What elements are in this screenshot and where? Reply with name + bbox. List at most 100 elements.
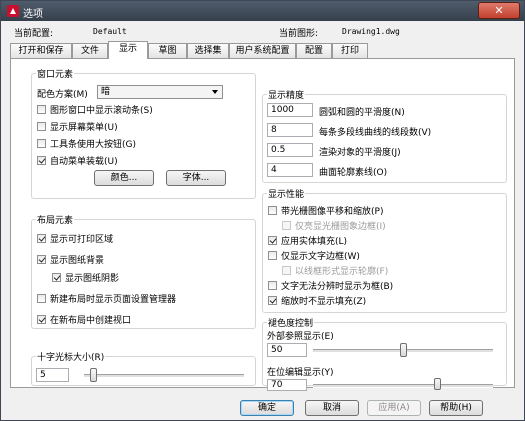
inplace-edit-fading-slider-thumb[interactable] bbox=[434, 378, 442, 390]
checkbox-label: 应用实体填充(L) bbox=[281, 236, 348, 247]
paper-shadow-checkbox[interactable]: 显示图纸阴影 bbox=[52, 271, 120, 284]
create-viewport-checkbox[interactable]: 在新布局中创建视口 bbox=[37, 313, 132, 326]
display-resolution-title: 显示精度 bbox=[267, 88, 306, 101]
checkbox-box bbox=[37, 314, 46, 324]
highlight-raster-frame-checkbox[interactable]: 仅亮显光栅图象边框(I) bbox=[282, 219, 386, 232]
color-scheme-select[interactable]: 暗 bbox=[97, 85, 223, 99]
checkbox-label: 文字无法分辨时显示为框(B) bbox=[281, 281, 394, 292]
apply-solid-fill-checkbox[interactable]: 应用实体填充(L) bbox=[268, 234, 348, 247]
current-profile-value: Default bbox=[93, 27, 127, 36]
no-fill-on-zoom-checkbox[interactable]: 缩放时不显示填充(Z) bbox=[268, 294, 367, 307]
checkbox-label: 显示图纸阴影 bbox=[65, 273, 120, 284]
checkbox-label: 新建布局时显示页面设置管理器 bbox=[50, 294, 177, 305]
cancel-button[interactable]: 取消 bbox=[305, 400, 359, 416]
inplace-edit-fading-label: 在位编辑显示(Y) bbox=[267, 368, 334, 378]
checkbox-box bbox=[268, 250, 277, 260]
render-smoothness-input[interactable]: 0.5 bbox=[267, 143, 313, 157]
dialog-body: 当前配置: Default 当前图形: Drawing1.dwg 打开和保存 文… bbox=[1, 21, 524, 420]
checkbox-box bbox=[268, 280, 277, 290]
fonts-button[interactable]: 字体... bbox=[166, 170, 226, 186]
checkbox-label: 显示图纸背景 bbox=[50, 255, 105, 266]
current-profile-label: 当前配置: bbox=[14, 29, 54, 39]
close-button[interactable]: ✕ bbox=[478, 2, 520, 19]
window-title: 选项 bbox=[23, 9, 43, 20]
arc-smoothness-label: 圆弧和圆的平滑度(N) bbox=[319, 108, 405, 118]
printable-area-checkbox[interactable]: 显示可打印区域 bbox=[37, 232, 114, 245]
contour-lines-input[interactable]: 4 bbox=[267, 163, 313, 177]
crosshair-size-title: 十字光标大小(R) bbox=[36, 350, 106, 363]
checkbox-label: 以线框形式显示轮廓(F) bbox=[295, 266, 389, 277]
checkbox-label: 在新布局中创建视口 bbox=[50, 315, 132, 326]
checkbox-label: 仅亮显光栅图象边框(I) bbox=[295, 221, 386, 232]
checkbox-box bbox=[268, 205, 277, 215]
checkbox-box bbox=[37, 293, 46, 303]
checkbox-box bbox=[37, 233, 46, 243]
tab-display[interactable]: 显示 bbox=[108, 41, 148, 59]
checkbox-box bbox=[282, 265, 291, 275]
auto-menu-load-checkbox[interactable]: 自动菜单装载(U) bbox=[37, 154, 118, 167]
inplace-edit-fading-input[interactable]: 70 bbox=[267, 379, 307, 391]
checkbox-box bbox=[37, 155, 46, 165]
wireframe-silhouette-checkbox[interactable]: 以线框形式显示轮廓(F) bbox=[282, 264, 389, 277]
checkbox-label: 工具条使用大按钮(G) bbox=[50, 139, 136, 150]
tab-drafting[interactable]: 草图 bbox=[148, 43, 187, 58]
colors-button[interactable]: 颜色... bbox=[94, 170, 154, 186]
checkbox-label: 显示可打印区域 bbox=[50, 234, 114, 245]
color-scheme-label: 配色方案(M) bbox=[37, 90, 88, 100]
fade-control-title: 褪色度控制 bbox=[267, 316, 315, 329]
checkbox-label: 缩放时不显示填充(Z) bbox=[281, 296, 367, 307]
tab-profiles[interactable]: 配置 bbox=[296, 43, 332, 58]
inplace-edit-fading-slider-track[interactable] bbox=[313, 384, 493, 388]
polyline-segments-label: 每条多段线曲线的线段数(V) bbox=[319, 128, 432, 138]
tab-selection[interactable]: 选择集 bbox=[187, 43, 229, 58]
apply-button[interactable]: 应用(A) bbox=[367, 400, 421, 416]
checkbox-box bbox=[268, 235, 277, 245]
show-scrollbars-checkbox[interactable]: 图形窗口中显示滚动条(S) bbox=[37, 103, 153, 116]
polyline-segments-input[interactable]: 8 bbox=[267, 123, 313, 137]
checkbox-label: 带光栅图像平移和缩放(P) bbox=[281, 206, 384, 217]
checkbox-box bbox=[37, 121, 46, 131]
arc-smoothness-input[interactable]: 1000 bbox=[267, 103, 313, 117]
crosshair-size-slider-track[interactable] bbox=[84, 374, 244, 378]
tab-files[interactable]: 文件 bbox=[72, 43, 108, 58]
checkbox-box bbox=[282, 220, 291, 230]
checkbox-box bbox=[52, 272, 61, 282]
xref-fading-slider-thumb[interactable] bbox=[399, 343, 407, 357]
tab-user-preferences[interactable]: 用户系统配置 bbox=[229, 43, 296, 58]
contour-lines-label: 曲面轮廓素线(O) bbox=[319, 168, 388, 178]
options-dialog: 选项 ✕ 当前配置: Default 当前图形: Drawing1.dwg 打开… bbox=[0, 0, 525, 421]
tab-open-save[interactable]: 打开和保存 bbox=[10, 43, 72, 58]
current-drawing-value: Drawing1.dwg bbox=[342, 27, 400, 36]
large-buttons-checkbox[interactable]: 工具条使用大按钮(G) bbox=[37, 137, 136, 150]
title-bar[interactable]: 选项 ✕ bbox=[1, 1, 524, 21]
window-elements-title: 窗口元素 bbox=[36, 67, 75, 80]
tab-plot[interactable]: 打印 bbox=[332, 43, 368, 58]
checkbox-label: 显示屏幕菜单(U) bbox=[50, 122, 118, 133]
display-tab-panel: 窗口元素 配色方案(M) 暗 图形窗口中显示滚动条(S) 显示屏幕菜单(U) 工… bbox=[10, 58, 515, 391]
screen-menu-checkbox[interactable]: 显示屏幕菜单(U) bbox=[37, 120, 118, 133]
checkbox-label: 自动菜单装载(U) bbox=[50, 156, 118, 167]
checkbox-label: 仅显示文字边框(W) bbox=[281, 251, 360, 262]
page-setup-manager-checkbox[interactable]: 新建布局时显示页面设置管理器 bbox=[37, 292, 177, 305]
layout-elements-title: 布局元素 bbox=[36, 213, 75, 226]
xref-fading-input[interactable]: 50 bbox=[267, 343, 307, 357]
xref-fading-label: 外部参照显示(E) bbox=[267, 332, 334, 342]
text-frame-only-checkbox[interactable]: 仅显示文字边框(W) bbox=[268, 249, 360, 262]
checkbox-box bbox=[37, 254, 46, 264]
help-button[interactable]: 帮助(H) bbox=[429, 400, 483, 416]
render-smoothness-label: 渲染对象的平滑度(J) bbox=[319, 148, 401, 158]
checkbox-label: 图形窗口中显示滚动条(S) bbox=[50, 105, 153, 116]
checkbox-box bbox=[37, 138, 46, 148]
paper-background-checkbox[interactable]: 显示图纸背景 bbox=[37, 253, 105, 266]
color-scheme-value: 暗 bbox=[101, 87, 111, 97]
current-drawing-label: 当前图形: bbox=[279, 29, 319, 39]
text-as-box-checkbox[interactable]: 文字无法分辨时显示为框(B) bbox=[268, 279, 394, 292]
ok-button[interactable]: 确定 bbox=[240, 400, 294, 416]
checkbox-box bbox=[268, 295, 277, 305]
display-performance-title: 显示性能 bbox=[267, 187, 306, 200]
crosshair-size-slider-thumb[interactable] bbox=[90, 368, 98, 382]
checkbox-box bbox=[37, 104, 46, 114]
app-logo-icon bbox=[7, 5, 19, 17]
crosshair-size-input[interactable]: 5 bbox=[36, 368, 69, 382]
raster-pan-zoom-checkbox[interactable]: 带光栅图像平移和缩放(P) bbox=[268, 204, 384, 217]
